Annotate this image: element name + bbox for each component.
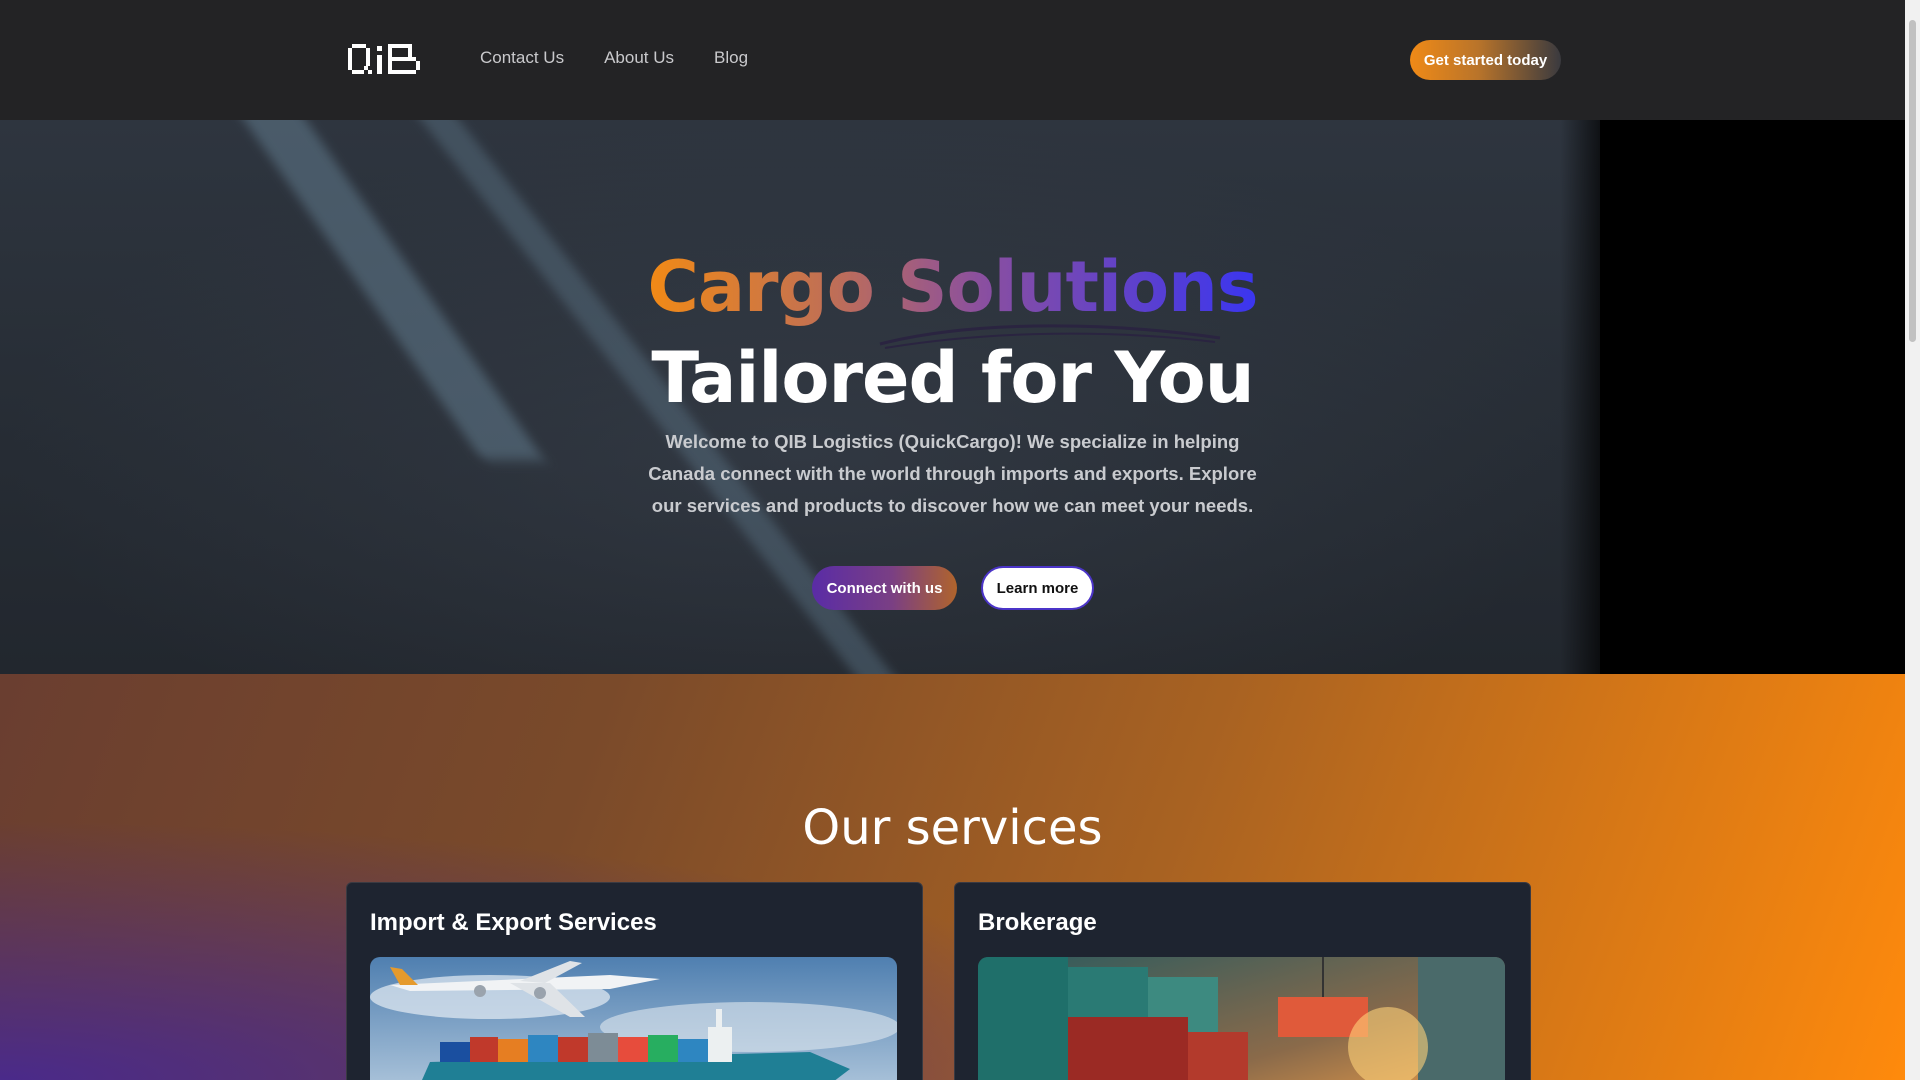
learn-more-button[interactable]: Learn more xyxy=(981,566,1094,610)
service-card-title: Brokerage xyxy=(978,909,1097,936)
scrollbar-thumb[interactable] xyxy=(1909,20,1916,342)
service-card-import-export[interactable]: Import & Export Services xyxy=(346,882,923,1080)
hero-description: Welcome to QIB Logistics (QuickCargo)! W… xyxy=(648,431,1257,516)
hero-section: Cargo Solutions Tailored for You Welcome… xyxy=(0,120,1905,674)
service-card-title: Import & Export Services xyxy=(370,909,657,936)
service-card-brokerage[interactable]: Brokerage xyxy=(954,882,1531,1080)
main-nav: Contact Us About Us Blog xyxy=(480,48,748,68)
get-started-button[interactable]: Get started today xyxy=(1410,40,1561,80)
nav-link-contact-us[interactable]: Contact Us xyxy=(480,48,564,68)
airplane-cargo-ship-image xyxy=(370,957,897,1080)
services-heading: Our services xyxy=(802,800,1103,856)
top-navbar: Contact Us About Us Blog Get started tod… xyxy=(0,0,1905,120)
services-section: Our services Import & Export Services Br… xyxy=(0,674,1905,1080)
page: Contact Us About Us Blog Get started tod… xyxy=(0,0,1905,1080)
shipping-containers-image xyxy=(978,957,1505,1080)
connect-with-us-button[interactable]: Connect with us xyxy=(812,566,957,610)
qib-logo[interactable] xyxy=(348,44,422,76)
nav-link-about-us[interactable]: About Us xyxy=(604,48,674,68)
underline-swoosh-icon xyxy=(879,324,1221,349)
nav-link-blog[interactable]: Blog xyxy=(714,48,748,68)
